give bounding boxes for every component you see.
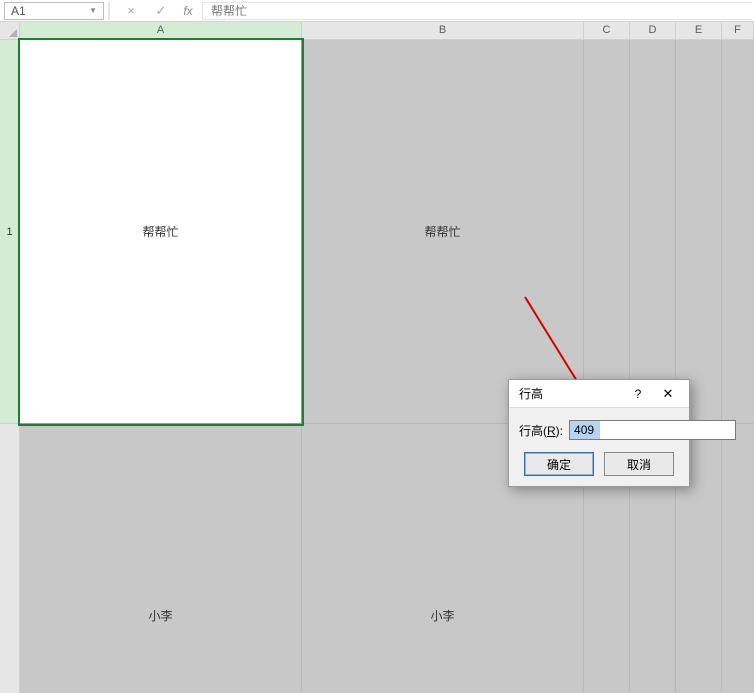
formula-editor[interactable]: 帮帮忙 [202, 2, 752, 20]
dialog-close-button[interactable]: ✕ [653, 386, 683, 402]
column-header-f[interactable]: F [722, 22, 754, 39]
separator [108, 2, 110, 20]
row-height-dialog: 行高 ? ✕ 行高(R): 确定 取消 [508, 379, 690, 487]
cancel-button[interactable]: 取消 [604, 452, 674, 476]
cell-f2[interactable] [722, 424, 754, 693]
row-header-1[interactable]: 1 [0, 40, 19, 424]
cancel-icon[interactable]: × [118, 2, 144, 20]
dialog-buttons: 确定 取消 [519, 452, 679, 476]
formula-bar: A1 ▼ × ✓ fx 帮帮忙 [0, 0, 754, 22]
row-headers: 1 [0, 40, 20, 693]
column-header-b[interactable]: B [302, 22, 584, 39]
column-header-a[interactable]: A [20, 22, 302, 39]
select-all-button[interactable] [0, 22, 20, 40]
dialog-help-button[interactable]: ? [623, 387, 653, 401]
row-height-input[interactable] [569, 420, 736, 440]
name-box[interactable]: A1 ▼ [4, 2, 104, 20]
cell-e1[interactable] [676, 40, 722, 424]
cell-b1[interactable]: 帮帮忙 [302, 40, 584, 424]
column-headers: A B C D E F [20, 22, 754, 40]
column-header-c[interactable]: C [584, 22, 630, 39]
row-header-2[interactable] [0, 424, 19, 693]
column-header-d[interactable]: D [630, 22, 676, 39]
dialog-titlebar[interactable]: 行高 ? ✕ [509, 380, 689, 408]
dialog-body: 行高(R): 确定 取消 [509, 408, 689, 486]
cells-area[interactable]: 帮帮忙 帮帮忙 小李 小李 [20, 40, 754, 693]
dropdown-arrow-icon: ▼ [89, 6, 97, 15]
cell-c1[interactable] [584, 40, 630, 424]
dialog-title: 行高 [519, 385, 623, 402]
confirm-icon[interactable]: ✓ [148, 2, 174, 20]
column-header-e[interactable]: E [676, 22, 722, 39]
name-box-value: A1 [11, 4, 87, 18]
ok-button[interactable]: 确定 [524, 452, 594, 476]
cell-a2[interactable]: 小李 [20, 424, 302, 693]
spreadsheet-grid: A B C D E F 1 帮帮忙 帮帮忙 小李 小李 行高 ? ✕ [0, 22, 754, 693]
fx-icon[interactable]: fx [178, 4, 198, 18]
row-height-field-row: 行高(R): [519, 420, 679, 440]
row-height-label: 行高(R): [519, 422, 563, 439]
cell-a1[interactable]: 帮帮忙 [20, 40, 302, 424]
cell-d1[interactable] [630, 40, 676, 424]
cell-f1[interactable] [722, 40, 754, 424]
